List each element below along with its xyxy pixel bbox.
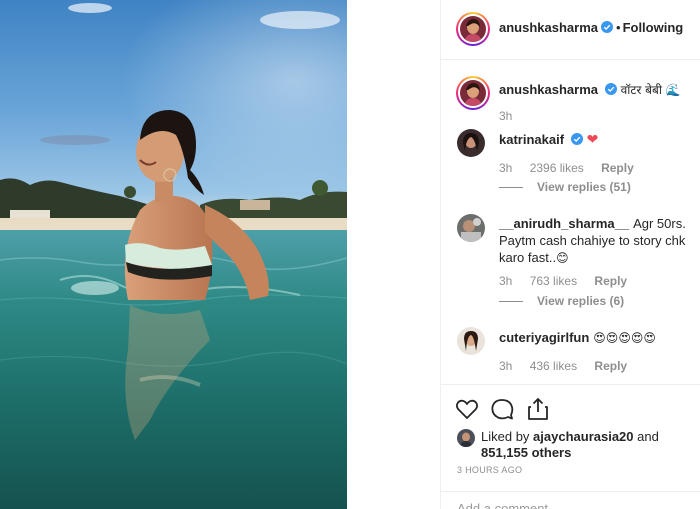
liker-avatar-image bbox=[457, 429, 475, 447]
comment-time: 3h bbox=[499, 274, 513, 288]
reply-button[interactable]: Reply bbox=[594, 359, 627, 373]
author-avatar[interactable] bbox=[456, 12, 490, 46]
liked-by-prefix: Liked by bbox=[481, 429, 530, 444]
comment-row: cuteriyagirlfun 😍😍😍😍😍 3h 436 likes Reply bbox=[441, 327, 700, 384]
post-details-panel: anushkasharma • Following anushkasharma वॉ… bbox=[440, 0, 700, 509]
commenter-avatar-image bbox=[457, 129, 485, 157]
comments-list[interactable]: anushkasharma वॉटर बेबी 🌊 3h katrinakaif… bbox=[441, 61, 700, 384]
share-upload-icon[interactable] bbox=[525, 396, 551, 422]
comment-time: 3h bbox=[499, 161, 513, 175]
comment-text: katrinakaif ❤ bbox=[499, 131, 689, 148]
red-heart-emoji: ❤ bbox=[586, 131, 599, 147]
comment-username[interactable]: katrinakaif bbox=[499, 132, 564, 147]
caption-body: वॉटर बेबी bbox=[620, 83, 662, 97]
wave-emoji: 🌊 bbox=[665, 83, 681, 97]
post-header: anushkasharma • Following bbox=[441, 0, 700, 60]
post-actions: Liked by ajaychaurasia20 and 851,155 oth… bbox=[441, 384, 700, 509]
caption-avatar-image bbox=[460, 80, 486, 106]
following-button[interactable]: Following bbox=[623, 20, 684, 35]
view-replies-button[interactable]: View replies (6) bbox=[499, 293, 624, 310]
heart-eyes-emoji-row: 😍😍😍😍😍 bbox=[593, 331, 656, 345]
comment-username[interactable]: __anirudh_sharma__ bbox=[499, 216, 629, 231]
verified-badge-icon bbox=[571, 133, 584, 145]
comment-likes[interactable]: 2396 likes bbox=[530, 161, 584, 175]
separator-dot: • bbox=[616, 20, 621, 35]
comment-meta: 3h 763 likes Reply bbox=[499, 273, 641, 290]
commenter-avatar-image bbox=[457, 327, 485, 355]
add-comment-input[interactable] bbox=[457, 499, 677, 509]
commenter-avatar-image bbox=[457, 214, 485, 242]
liker-avatar[interactable] bbox=[457, 429, 475, 447]
comment-bubble-icon[interactable] bbox=[489, 396, 515, 422]
smile-emoji: 😊 bbox=[556, 251, 569, 265]
caption-avatar[interactable] bbox=[456, 76, 490, 110]
comment-meta: 3h 2396 likes Reply bbox=[499, 160, 648, 177]
post-timestamp: 3 HOURS AGO bbox=[457, 465, 523, 475]
comment-row: katrinakaif ❤ 3h 2396 likes Reply View r… bbox=[441, 129, 700, 199]
commenter-avatar[interactable] bbox=[457, 214, 485, 242]
comment-likes[interactable]: 436 likes bbox=[530, 359, 577, 373]
commenter-avatar[interactable] bbox=[457, 327, 485, 355]
verified-badge-icon bbox=[605, 83, 617, 95]
add-comment-bar bbox=[441, 491, 700, 509]
comment-time: 3h bbox=[499, 359, 513, 373]
liked-by-text: Liked by ajaychaurasia20 and 851,155 oth… bbox=[457, 429, 692, 461]
view-replies-button[interactable]: View replies (51) bbox=[499, 179, 631, 196]
view-replies-label: View replies (51) bbox=[537, 180, 631, 194]
author-username[interactable]: anushkasharma bbox=[499, 20, 598, 35]
commenter-avatar[interactable] bbox=[457, 129, 485, 157]
comment-username[interactable]: cuteriyagirlfun bbox=[499, 330, 589, 345]
liked-by: Liked by ajaychaurasia20 and 851,155 oth… bbox=[457, 429, 692, 461]
caption-time: 3h bbox=[499, 109, 513, 123]
comment-row: __anirudh_sharma__ Agr 50rs. Paytm cash c… bbox=[441, 213, 700, 313]
replies-divider bbox=[499, 187, 523, 189]
liked-by-count[interactable]: 851,155 others bbox=[481, 445, 571, 460]
author-line: anushkasharma • Following bbox=[499, 20, 683, 35]
beach-photo-illustration bbox=[0, 0, 347, 509]
caption-text: anushkasharma वॉटर बेबी 🌊 bbox=[499, 81, 689, 99]
verified-badge-icon bbox=[601, 21, 613, 33]
view-replies-label: View replies (6) bbox=[537, 294, 625, 308]
comment-likes[interactable]: 763 likes bbox=[530, 274, 577, 288]
comment-meta: 3h 436 likes Reply bbox=[499, 358, 641, 375]
comment-text: __anirudh_sharma__ Agr 50rs. Paytm cash c… bbox=[499, 215, 689, 267]
replies-divider bbox=[499, 301, 523, 303]
post-photo[interactable] bbox=[0, 0, 347, 509]
caption-row: anushkasharma वॉटर बेबी 🌊 3h bbox=[441, 76, 700, 136]
reply-button[interactable]: Reply bbox=[594, 274, 627, 288]
heart-outline-icon[interactable] bbox=[454, 396, 480, 422]
liked-by-user[interactable]: ajaychaurasia20 bbox=[533, 429, 633, 444]
caption-meta: 3h bbox=[499, 108, 526, 125]
comment-text: cuteriyagirlfun 😍😍😍😍😍 bbox=[499, 329, 689, 347]
author-avatar-image bbox=[460, 16, 486, 42]
liked-by-conjunction: and bbox=[637, 429, 659, 444]
caption-username[interactable]: anushkasharma bbox=[499, 82, 598, 97]
reply-button[interactable]: Reply bbox=[601, 161, 634, 175]
